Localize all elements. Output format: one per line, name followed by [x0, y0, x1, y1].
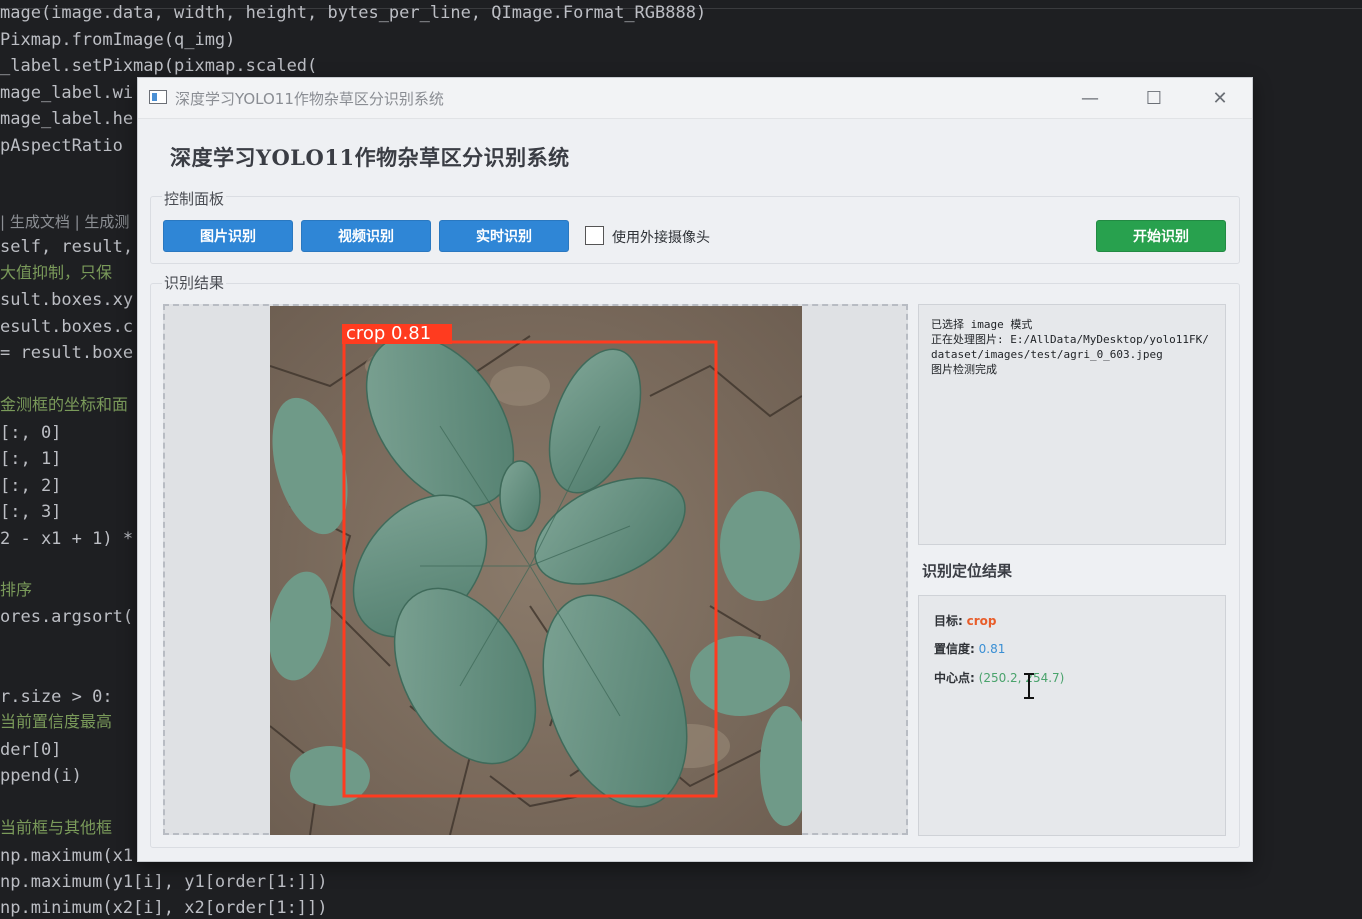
code-line: mage_label.he	[0, 109, 134, 129]
confidence-row: 置信度: 0.81	[934, 640, 1005, 657]
target-value: crop	[966, 614, 997, 628]
code-line: ores.argsort(	[0, 607, 134, 627]
plant-photo	[270, 306, 802, 835]
code-line: 2 - x1 + 1) *	[0, 529, 134, 549]
external-camera-checkbox[interactable]	[585, 226, 604, 245]
code-line: ppend(i)	[0, 766, 82, 786]
target-row: 目标: crop	[934, 612, 997, 629]
location-results-panel[interactable]: 目标: crop 置信度: 0.81 中心点: (250.2, 254.7)	[918, 595, 1226, 836]
code-line: np.maximum(y1[i], y1[order[1:]])	[0, 872, 328, 892]
results-label: 识别结果	[162, 272, 227, 293]
maximize-button[interactable]: ☐	[1122, 78, 1186, 118]
confidence-key: 置信度:	[934, 642, 975, 656]
code-line: esult.boxes.c	[0, 317, 134, 337]
code-line: pAspectRatio	[0, 136, 123, 156]
code-line: 金测框的坐标和面	[0, 395, 129, 414]
code-line: [:, 2]	[0, 476, 62, 496]
code-line: 当前置信度最高	[0, 712, 113, 731]
control-panel-label: 控制面板	[162, 188, 227, 209]
code-line: der[0]	[0, 740, 62, 760]
external-camera-label[interactable]: 使用外接摄像头	[612, 227, 710, 247]
code-line: 当前框与其他框	[0, 818, 113, 837]
code-line: Pixmap.fromImage(q_img)	[0, 30, 236, 50]
app-window-icon	[149, 90, 167, 104]
start-detect-button[interactable]: 开始识别	[1096, 220, 1226, 252]
code-line: = result.boxe	[0, 343, 134, 363]
confidence-value: 0.81	[978, 642, 1006, 656]
log-output[interactable]: 已选择 image 模式 正在处理图片: E:/AllData/MyDeskto…	[918, 304, 1226, 545]
image-display-panel: crop 0.81	[163, 304, 908, 835]
app-window: 深度学习YOLO11作物杂草区分识别系统 — ☐ ✕ 深度学习YOLO11作物杂…	[138, 78, 1252, 861]
live-detect-button[interactable]: 实时识别	[439, 220, 569, 252]
log-line: 正在处理图片: E:/AllData/MyDesktop/yolo11FK/da…	[931, 333, 1209, 361]
code-line: [:, 3]	[0, 502, 62, 522]
code-line: self, result,	[0, 237, 134, 257]
code-line: np.minimum(x2[i], x2[order[1:]])	[0, 898, 328, 918]
title-bar[interactable]: 深度学习YOLO11作物杂草区分识别系统 — ☐ ✕	[138, 78, 1252, 119]
code-line: mage_label.wi	[0, 83, 134, 103]
log-line: 图片检测完成	[931, 363, 997, 376]
target-key: 目标:	[934, 614, 963, 628]
code-line: [:, 0]	[0, 423, 62, 443]
close-button[interactable]: ✕	[1188, 78, 1252, 118]
center-row: 中心点: (250.2, 254.7)	[934, 669, 1064, 686]
code-line: r.size > 0:	[0, 687, 113, 707]
detection-label: crop 0.81	[346, 323, 432, 344]
log-line: 已选择 image 模式	[931, 318, 1033, 331]
video-detect-button[interactable]: 视频识别	[301, 220, 431, 252]
code-line: _label.setPixmap(pixmap.scaled(	[0, 56, 318, 76]
page-title: 深度学习YOLO11作物杂草区分识别系统	[170, 145, 570, 170]
code-line: np.maximum(x1	[0, 846, 134, 866]
code-line: [:, 1]	[0, 449, 62, 469]
code-line: 大值抑制，只保	[0, 263, 113, 282]
image-detect-button[interactable]: 图片识别	[163, 220, 293, 252]
code-line: 排序	[0, 580, 33, 599]
location-results-heading: 识别定位结果	[922, 562, 1013, 580]
text-cursor-icon	[1024, 673, 1034, 699]
minimize-button[interactable]: —	[1058, 78, 1122, 118]
code-line: | 生成文档 | 生成测	[0, 213, 130, 231]
detection-image: crop 0.81	[270, 306, 802, 835]
center-key: 中心点:	[934, 671, 975, 685]
code-line: sult.boxes.xy	[0, 290, 134, 310]
window-title: 深度学习YOLO11作物杂草区分识别系统	[175, 90, 444, 108]
code-line: mage(image.data, width, height, bytes_pe…	[0, 3, 707, 23]
